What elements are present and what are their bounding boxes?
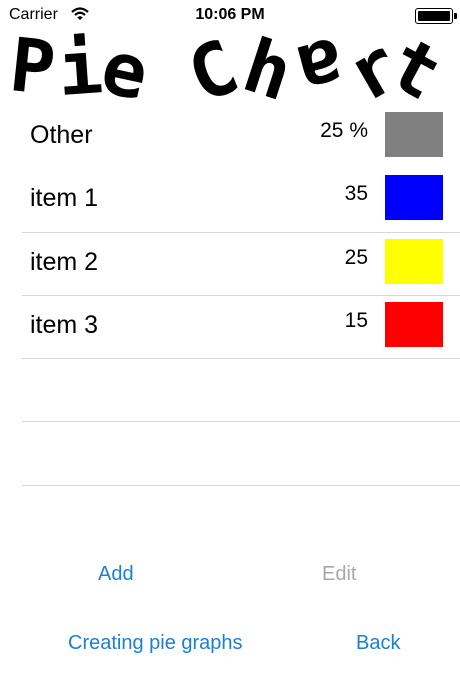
title-letter: e xyxy=(94,24,155,106)
edit-button[interactable]: Edit xyxy=(322,563,356,586)
back-button[interactable]: Back xyxy=(356,632,400,655)
table-row[interactable]: item 1 35 xyxy=(0,168,460,231)
page-title: P i e C h a r t xyxy=(10,24,455,106)
row-value: 15 xyxy=(344,309,368,332)
table-row[interactable]: item 3 15 xyxy=(0,295,460,358)
title-letter: P xyxy=(10,24,59,106)
battery-icon xyxy=(415,8,453,24)
table-row[interactable]: item 2 25 xyxy=(0,232,460,295)
row-divider xyxy=(22,485,460,486)
color-swatch xyxy=(385,302,443,347)
row-divider xyxy=(22,358,460,359)
row-label: Other xyxy=(30,121,93,149)
row-value: 35 xyxy=(344,182,368,205)
table-row-other[interactable]: Other 25 % xyxy=(0,105,460,168)
clock: 10:06 PM xyxy=(195,6,265,23)
row-label: item 1 xyxy=(30,184,99,212)
add-button[interactable]: Add xyxy=(98,563,134,586)
color-swatch xyxy=(385,112,443,157)
row-divider xyxy=(22,421,460,422)
color-swatch xyxy=(385,175,443,220)
row-value: 25 % xyxy=(320,119,368,142)
row-label: item 3 xyxy=(30,311,99,339)
row-label: item 2 xyxy=(30,248,99,276)
battery-tip xyxy=(454,13,457,19)
color-swatch xyxy=(385,239,443,284)
creating-pie-graphs-button[interactable]: Creating pie graphs xyxy=(68,632,243,655)
row-value: 25 xyxy=(344,246,368,269)
